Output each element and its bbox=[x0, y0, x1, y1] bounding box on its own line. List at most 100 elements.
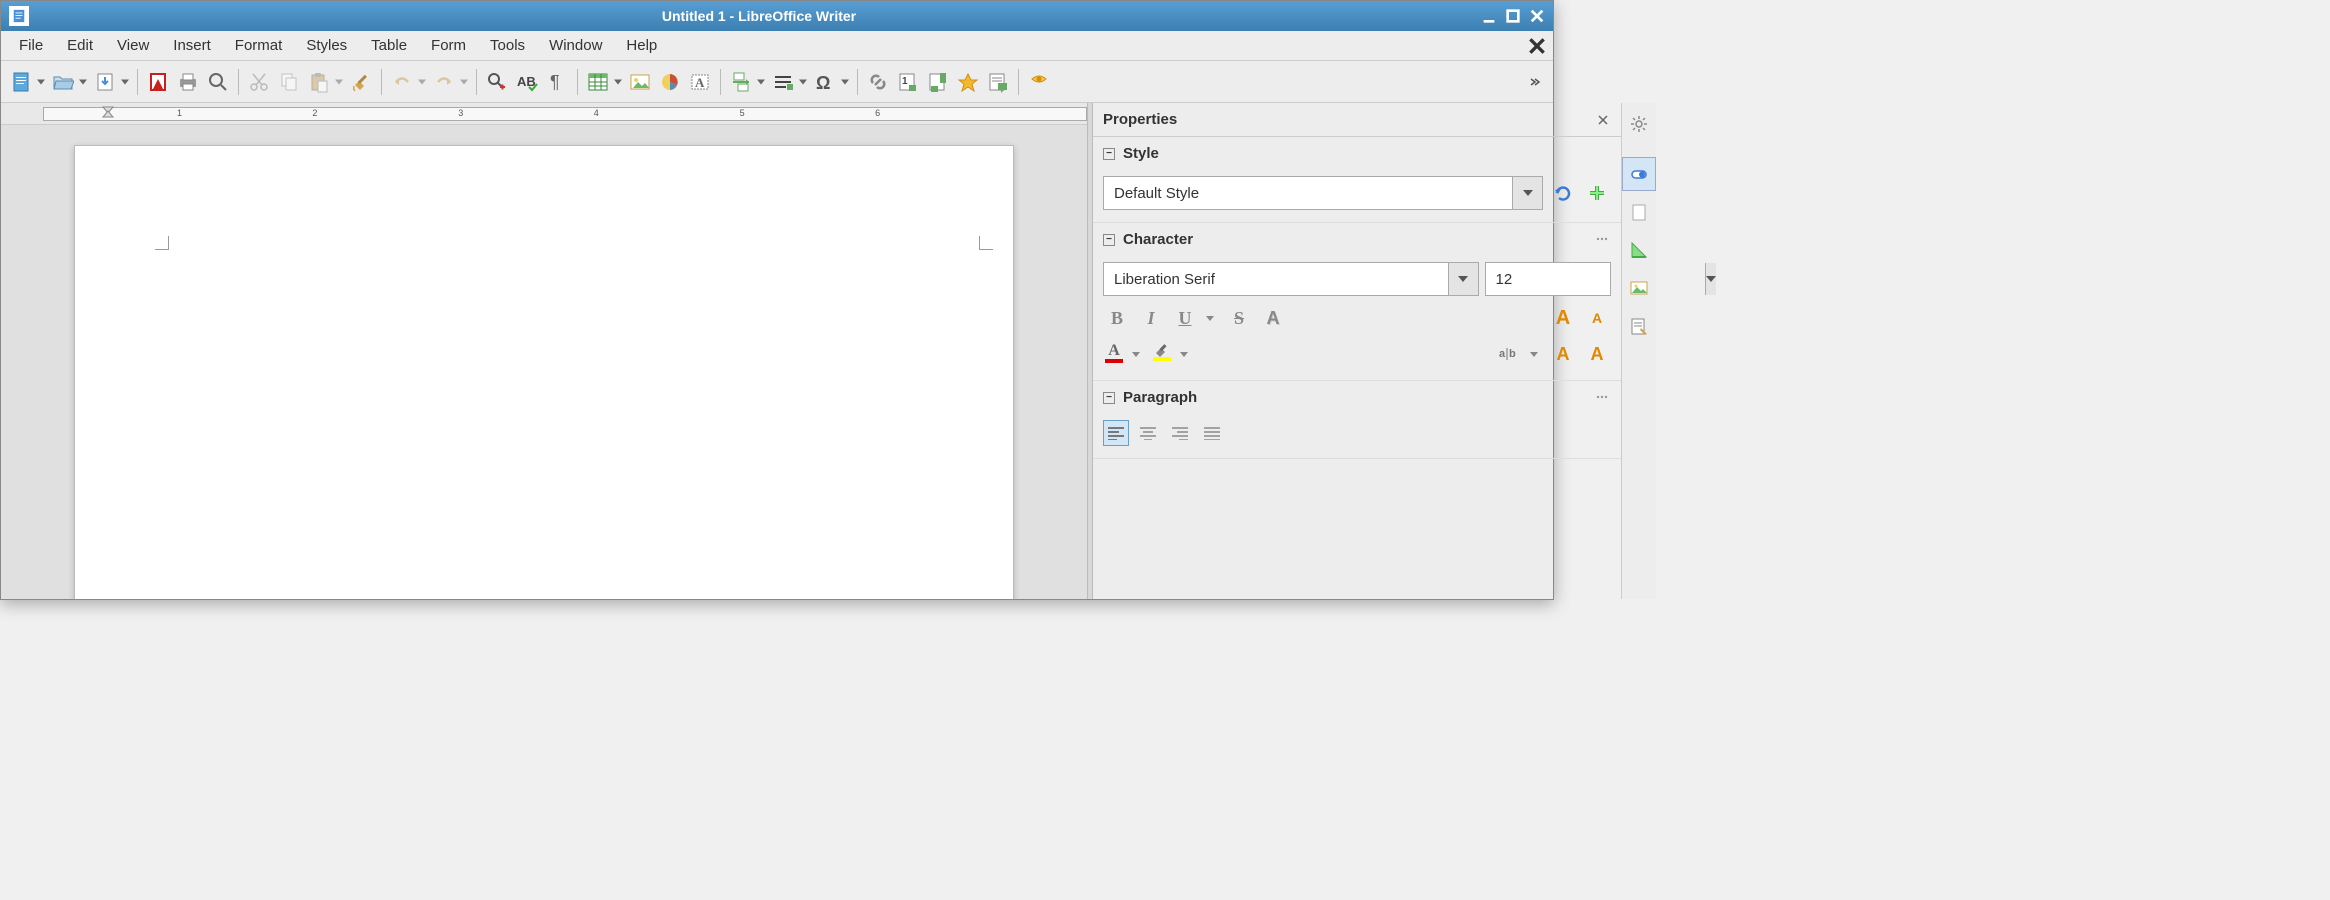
styles-tab[interactable] bbox=[1622, 233, 1656, 267]
clone-formatting-button[interactable] bbox=[347, 68, 375, 96]
collapse-paragraph-button[interactable]: − bbox=[1103, 392, 1115, 404]
open-button[interactable] bbox=[49, 68, 77, 96]
align-right-button[interactable] bbox=[1167, 420, 1193, 446]
menu-styles[interactable]: Styles bbox=[294, 33, 359, 58]
export-pdf-button[interactable] bbox=[144, 68, 172, 96]
insert-chart-button[interactable] bbox=[656, 68, 684, 96]
new-style-button[interactable] bbox=[1583, 179, 1611, 207]
align-left-button[interactable] bbox=[1103, 420, 1129, 446]
open-dropdown[interactable] bbox=[77, 68, 89, 96]
italic-button[interactable]: I bbox=[1137, 304, 1165, 332]
collapse-character-button[interactable]: − bbox=[1103, 234, 1115, 246]
menu-insert[interactable]: Insert bbox=[161, 33, 223, 58]
collapse-style-button[interactable]: − bbox=[1103, 148, 1115, 160]
menu-form[interactable]: Form bbox=[419, 33, 478, 58]
properties-tab[interactable] bbox=[1622, 157, 1656, 191]
underline-button[interactable]: U bbox=[1171, 304, 1199, 332]
copy-button[interactable] bbox=[275, 68, 303, 96]
save-button[interactable] bbox=[91, 68, 119, 96]
insert-bookmark-button[interactable] bbox=[924, 68, 952, 96]
undo-button[interactable] bbox=[388, 68, 416, 96]
page-tab[interactable] bbox=[1622, 195, 1656, 229]
menu-tools[interactable]: Tools bbox=[478, 33, 537, 58]
align-center-button[interactable] bbox=[1135, 420, 1161, 446]
decrease-font-button[interactable]: A bbox=[1583, 304, 1611, 332]
insert-page-break-dropdown[interactable] bbox=[755, 68, 767, 96]
close-window-button[interactable] bbox=[1529, 8, 1545, 24]
minimize-button[interactable] bbox=[1481, 8, 1497, 24]
print-button[interactable] bbox=[174, 68, 202, 96]
insert-special-char-button[interactable]: Ω bbox=[811, 68, 839, 96]
page-scroll-area[interactable] bbox=[1, 125, 1087, 599]
highlight-color-button[interactable] bbox=[1151, 343, 1173, 365]
font-name-input[interactable] bbox=[1104, 271, 1448, 288]
maximize-button[interactable] bbox=[1505, 8, 1521, 24]
paste-button[interactable] bbox=[305, 68, 333, 96]
menu-window[interactable]: Window bbox=[537, 33, 614, 58]
paste-dropdown[interactable] bbox=[333, 68, 345, 96]
character-more-button[interactable] bbox=[1595, 232, 1611, 248]
shadow-button[interactable]: A bbox=[1259, 304, 1287, 332]
paragraph-style-combo[interactable] bbox=[1103, 176, 1543, 210]
paragraph-style-dropdown[interactable] bbox=[1512, 177, 1542, 209]
insert-textbox-button[interactable]: A bbox=[686, 68, 714, 96]
update-style-button[interactable] bbox=[1549, 179, 1577, 207]
menu-format[interactable]: Format bbox=[223, 33, 295, 58]
close-sidebar-button[interactable] bbox=[1595, 112, 1611, 128]
align-justify-button[interactable] bbox=[1199, 420, 1225, 446]
font-name-combo[interactable] bbox=[1103, 262, 1479, 296]
navigator-tab[interactable] bbox=[1622, 309, 1656, 343]
toolbar-overflow-button[interactable] bbox=[1529, 76, 1547, 88]
character-spacing-dropdown[interactable] bbox=[1529, 352, 1539, 357]
paragraph-style-input[interactable] bbox=[1104, 185, 1512, 202]
insert-hyperlink-button[interactable] bbox=[864, 68, 892, 96]
document-page[interactable] bbox=[74, 145, 1014, 599]
insert-table-dropdown[interactable] bbox=[612, 68, 624, 96]
insert-image-button[interactable] bbox=[626, 68, 654, 96]
close-document-button[interactable] bbox=[1527, 36, 1547, 56]
sidebar-settings-button[interactable] bbox=[1622, 107, 1656, 141]
redo-dropdown[interactable] bbox=[458, 68, 470, 96]
insert-field-button[interactable] bbox=[769, 68, 797, 96]
superscript-button[interactable]: A bbox=[1549, 340, 1577, 368]
font-size-input[interactable] bbox=[1486, 271, 1705, 288]
cut-button[interactable] bbox=[245, 68, 273, 96]
spellcheck-button[interactable]: AB bbox=[513, 68, 541, 96]
underline-dropdown[interactable] bbox=[1205, 316, 1215, 321]
menu-help[interactable]: Help bbox=[614, 33, 669, 58]
save-dropdown[interactable] bbox=[119, 68, 131, 96]
paragraph-more-button[interactable] bbox=[1595, 390, 1611, 406]
menu-view[interactable]: View bbox=[105, 33, 161, 58]
strikethrough-button[interactable]: S bbox=[1225, 304, 1253, 332]
menu-file[interactable]: File bbox=[7, 33, 55, 58]
insert-special-char-dropdown[interactable] bbox=[839, 68, 851, 96]
subscript-button[interactable]: A bbox=[1583, 340, 1611, 368]
formatting-marks-button[interactable]: ¶ bbox=[543, 68, 571, 96]
bold-button[interactable]: B bbox=[1103, 304, 1131, 332]
print-preview-button[interactable] bbox=[204, 68, 232, 96]
insert-footnote-button[interactable]: 1 bbox=[894, 68, 922, 96]
undo-dropdown[interactable] bbox=[416, 68, 428, 96]
highlight-color-dropdown[interactable] bbox=[1179, 352, 1189, 357]
indent-marker-icon[interactable] bbox=[101, 105, 115, 119]
new-document-dropdown[interactable] bbox=[35, 68, 47, 96]
gallery-tab[interactable] bbox=[1622, 271, 1656, 305]
new-document-button[interactable] bbox=[7, 68, 35, 96]
track-changes-button[interactable] bbox=[1025, 68, 1053, 96]
increase-font-button[interactable]: A bbox=[1549, 304, 1577, 332]
character-spacing-button[interactable]: ab bbox=[1495, 340, 1523, 368]
font-size-combo[interactable] bbox=[1485, 262, 1612, 296]
font-color-dropdown[interactable] bbox=[1131, 352, 1141, 357]
redo-button[interactable] bbox=[430, 68, 458, 96]
menu-table[interactable]: Table bbox=[359, 33, 419, 58]
insert-cross-reference-button[interactable] bbox=[954, 68, 982, 96]
insert-page-break-button[interactable] bbox=[727, 68, 755, 96]
font-color-button[interactable]: A bbox=[1103, 343, 1125, 365]
insert-field-dropdown[interactable] bbox=[797, 68, 809, 96]
find-replace-button[interactable] bbox=[483, 68, 511, 96]
insert-comment-button[interactable] bbox=[984, 68, 1012, 96]
insert-table-button[interactable] bbox=[584, 68, 612, 96]
font-size-dropdown[interactable] bbox=[1705, 263, 1716, 295]
font-name-dropdown[interactable] bbox=[1448, 263, 1478, 295]
horizontal-ruler[interactable]: 1 2 3 4 5 6 bbox=[1, 103, 1087, 125]
